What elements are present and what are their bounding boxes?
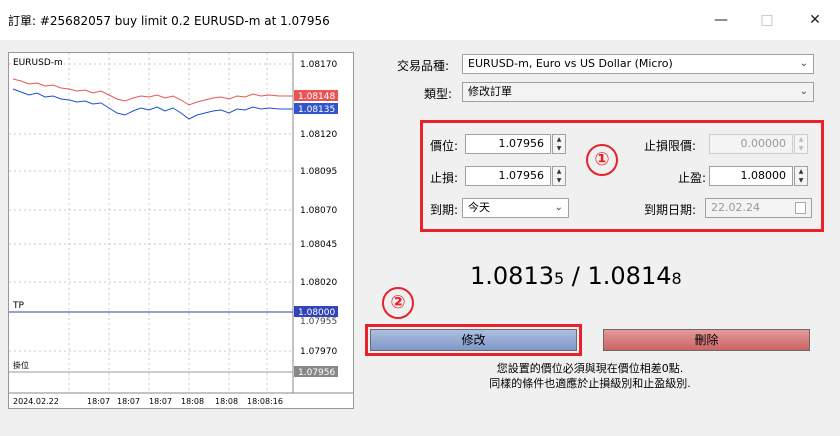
pending-line-label: 掛位 xyxy=(13,360,29,370)
annotation-marker-2: ② xyxy=(382,287,414,319)
ask-small: 8 xyxy=(671,269,682,288)
expiry-value: 今天 xyxy=(468,201,490,214)
y-tick: 1.08120 xyxy=(300,130,337,140)
title-bar: 訂單: #25682057 buy limit 0.2 EURUSD-m at … xyxy=(0,0,840,40)
ask-main: 1.0814 xyxy=(587,262,672,290)
sl-input[interactable]: 1.07956 xyxy=(465,166,551,186)
bid-small: 5 xyxy=(553,269,565,288)
pending-price-tag: 1.07956 xyxy=(298,368,335,378)
annotation-marker-1: ① xyxy=(586,144,618,176)
stop-limit-input[interactable]: 0.00000 xyxy=(709,134,793,154)
chevron-down-icon: ⌄ xyxy=(799,86,808,97)
sl-label: 止損: xyxy=(430,171,459,185)
checkbox-icon[interactable] xyxy=(795,202,806,214)
quote-separator: / xyxy=(564,262,588,290)
chevron-down-icon: ⌄ xyxy=(799,58,808,69)
price-label: 價位: xyxy=(430,139,459,153)
tp-line-label: TP xyxy=(12,301,24,311)
symbol-value: EURUSD-m, Euro vs US Dollar (Micro) xyxy=(468,57,673,70)
y-tick: 1.08045 xyxy=(300,240,337,250)
symbol-select[interactable]: EURUSD-m, Euro vs US Dollar (Micro) ⌄ xyxy=(462,54,814,74)
grid xyxy=(9,53,293,393)
x-tick: 18:08:16 xyxy=(247,397,283,406)
price-spinner[interactable]: ▲ ▼ xyxy=(552,134,566,154)
ask-price-tag: 1.08148 xyxy=(298,92,335,102)
x-tick: 18:07 xyxy=(149,397,172,406)
window-title: 訂單: #25682057 buy limit 0.2 EURUSD-m at … xyxy=(8,14,330,28)
y-tick: 1.07970 xyxy=(300,347,337,357)
tp-spinner[interactable]: ▲ ▼ xyxy=(794,166,808,186)
expiry-label: 到期: xyxy=(430,203,459,217)
x-ticks: 2024.02.22 18:07 18:07 18:07 18:08 18:08… xyxy=(13,397,283,406)
order-type-select[interactable]: 修改訂單 ⌄ xyxy=(462,82,814,102)
tp-input[interactable]: 1.08000 xyxy=(709,166,793,186)
x-tick: 2024.02.22 xyxy=(13,397,59,406)
price-chart: EURUSD-m TP 掛位 1.08170 1.08120 1.08095 1… xyxy=(8,52,354,409)
chevron-down-icon: ⌄ xyxy=(554,202,563,213)
bid-main: 1.0813 xyxy=(470,262,554,290)
modify-button[interactable]: 修改 xyxy=(370,329,577,351)
y-tick: 1.08170 xyxy=(300,60,337,70)
y-tick: 1.08020 xyxy=(300,278,337,288)
tp-label: 止盈: xyxy=(678,171,707,185)
stop-limit-spinner[interactable]: ▲ ▼ xyxy=(794,134,808,154)
y-tick: 1.08070 xyxy=(300,206,337,216)
x-tick: 18:08 xyxy=(215,397,238,406)
ask-line xyxy=(12,78,293,106)
y-tick: 1.08095 xyxy=(300,167,337,177)
x-tick: 18:08 xyxy=(181,397,204,406)
expiry-date-picker[interactable]: 22.02.24 xyxy=(705,198,812,218)
bid-line xyxy=(12,88,293,120)
close-button[interactable]: ✕ xyxy=(800,8,830,32)
bid-ask-quote: 1.08135 / 1.08148 xyxy=(470,262,682,290)
info-note-line-1: 您設置的價位必須與現在價位相差0點. xyxy=(496,362,684,375)
symbol-label: 交易品種: xyxy=(397,59,450,73)
sl-spinner[interactable]: ▲ ▼ xyxy=(552,166,566,186)
tp-price-tag: 1.08000 xyxy=(298,308,335,318)
maximize-button[interactable]: □ xyxy=(752,8,782,32)
expiry-date-value: 22.02.24 xyxy=(711,201,760,214)
order-type-value: 修改訂單 xyxy=(468,85,512,98)
price-input[interactable]: 1.07956 xyxy=(465,134,551,154)
info-note-line-2: 同樣的條件也適應於止損級別和止盈級別. xyxy=(489,377,691,390)
type-label: 類型: xyxy=(424,87,453,101)
expiry-select[interactable]: 今天 ⌄ xyxy=(462,198,569,218)
x-tick: 18:07 xyxy=(117,397,140,406)
chart-symbol-label: EURUSD-m xyxy=(13,58,63,68)
stop-limit-label: 止損限價: xyxy=(644,139,697,153)
overlapped-price-text: 1.07955 xyxy=(300,317,337,327)
x-tick: 18:07 xyxy=(87,397,110,406)
minimize-button[interactable]: — xyxy=(706,8,736,32)
delete-button[interactable]: 刪除 xyxy=(603,329,810,351)
expiry-date-label: 到期日期: xyxy=(644,203,697,217)
bid-price-tag: 1.08135 xyxy=(298,105,335,115)
